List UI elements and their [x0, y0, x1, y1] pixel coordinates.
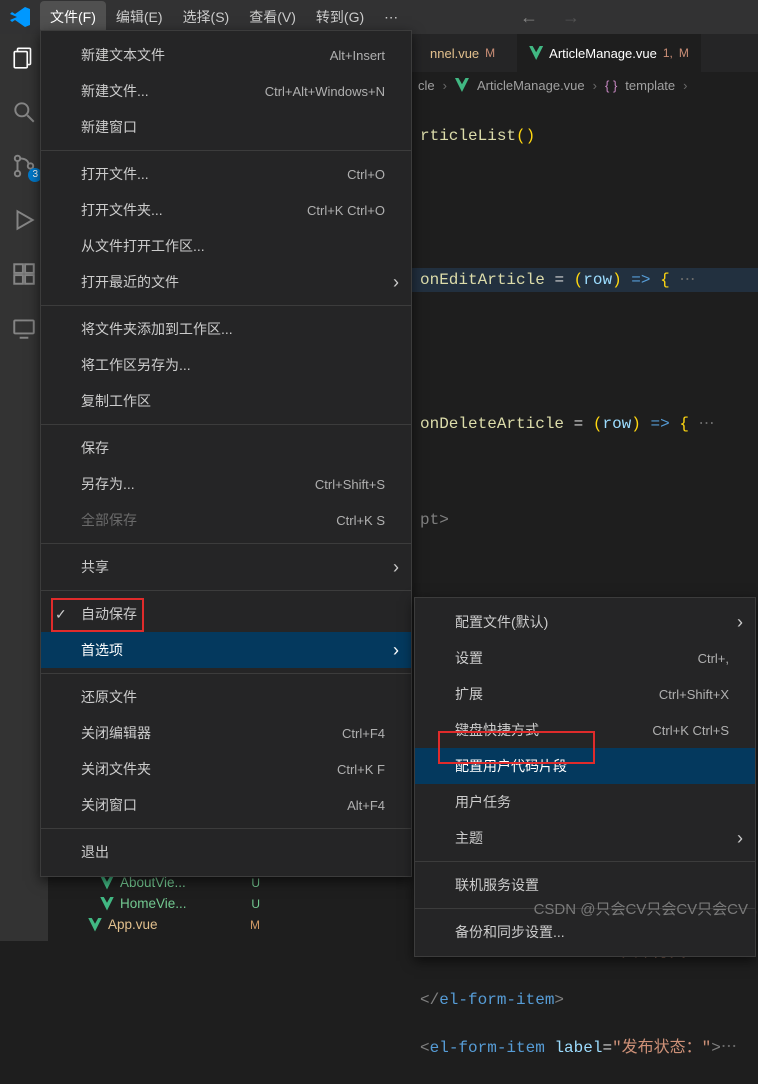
- vue-icon: [455, 78, 469, 92]
- menu-separator: [41, 828, 411, 829]
- menu-share[interactable]: 共享: [41, 549, 411, 585]
- menu-separator: [41, 543, 411, 544]
- tab-active[interactable]: ArticleManage.vue 1, M: [517, 34, 701, 72]
- tab-inactive[interactable]: nnel.vue M: [418, 34, 507, 72]
- nav-forward-icon[interactable]: →: [562, 7, 580, 28]
- git-status: M: [250, 918, 260, 932]
- menu-separator: [41, 673, 411, 674]
- tree-file[interactable]: HomeVie... U: [60, 893, 260, 914]
- menu-new-text-file[interactable]: 新建文本文件Alt+Insert: [41, 37, 411, 73]
- submenu-extensions[interactable]: 扩展Ctrl+Shift+X: [415, 676, 755, 712]
- menu-revert-file[interactable]: 还原文件: [41, 679, 411, 715]
- vscode-logo-icon: [10, 7, 30, 27]
- chevron-right-icon: ›: [593, 78, 597, 93]
- file-menu-dropdown: 新建文本文件Alt+Insert 新建文件...Ctrl+Alt+Windows…: [40, 30, 412, 877]
- menu-separator: [415, 861, 755, 862]
- submenu-profile[interactable]: 配置文件(默认): [415, 604, 755, 640]
- menu-save[interactable]: 保存: [41, 430, 411, 466]
- menu-overflow-icon[interactable]: ⋯: [374, 3, 408, 32]
- chevron-right-icon: ›: [443, 78, 447, 93]
- menu-close-folder[interactable]: 关闭文件夹Ctrl+K F: [41, 751, 411, 787]
- menu-separator: [41, 590, 411, 591]
- menu-exit[interactable]: 退出: [41, 834, 411, 870]
- submenu-theme[interactable]: 主题: [415, 820, 755, 856]
- menu-open-file[interactable]: 打开文件...Ctrl+O: [41, 156, 411, 192]
- chevron-right-icon: ›: [683, 78, 687, 93]
- menu-save-workspace-as[interactable]: 将工作区另存为...: [41, 347, 411, 383]
- run-debug-icon[interactable]: [10, 206, 38, 234]
- submenu-keyboard-shortcuts[interactable]: 键盘快捷方式Ctrl+K Ctrl+S: [415, 712, 755, 748]
- nav-history: ← →: [520, 0, 580, 34]
- tree-label: AboutVie...: [120, 875, 186, 890]
- menu-duplicate-workspace[interactable]: 复制工作区: [41, 383, 411, 419]
- tree-label: HomeVie...: [120, 896, 187, 911]
- search-icon[interactable]: [10, 98, 38, 126]
- remote-icon[interactable]: [10, 314, 38, 342]
- extensions-icon[interactable]: [10, 260, 38, 288]
- submenu-backup-sync[interactable]: 备份和同步设置...: [415, 914, 755, 950]
- source-control-icon[interactable]: 3: [10, 152, 38, 180]
- vue-icon: [100, 897, 114, 911]
- submenu-settings[interactable]: 设置Ctrl+,: [415, 640, 755, 676]
- menubar: 文件(F) 编辑(E) 选择(S) 查看(V) 转到(G) ⋯ ← →: [0, 0, 758, 34]
- tab-modified-mark: M: [679, 46, 689, 60]
- submenu-user-snippets[interactable]: 配置用户代码片段: [415, 748, 755, 784]
- menu-new-file[interactable]: 新建文件...Ctrl+Alt+Windows+N: [41, 73, 411, 109]
- breadcrumb-section[interactable]: template: [625, 78, 675, 93]
- git-status: U: [251, 876, 260, 890]
- menu-new-window[interactable]: 新建窗口: [41, 109, 411, 145]
- vue-icon: [529, 46, 543, 60]
- breadcrumb-file[interactable]: ArticleManage.vue: [477, 78, 585, 93]
- menu-separator: [41, 305, 411, 306]
- menu-open-folder[interactable]: 打开文件夹...Ctrl+K Ctrl+O: [41, 192, 411, 228]
- menu-close-editor[interactable]: 关闭编辑器Ctrl+F4: [41, 715, 411, 751]
- braces-icon: { }: [605, 78, 617, 93]
- breadcrumb[interactable]: cle › ArticleManage.vue › { } template ›: [418, 72, 758, 98]
- menu-preferences[interactable]: 首选项: [41, 632, 411, 668]
- menu-close-window[interactable]: 关闭窗口Alt+F4: [41, 787, 411, 823]
- nav-back-icon[interactable]: ←: [520, 7, 538, 28]
- tab-label: ArticleManage.vue: [549, 46, 657, 61]
- git-status: U: [251, 897, 260, 911]
- explorer-icon[interactable]: [10, 44, 38, 72]
- menu-separator: [41, 150, 411, 151]
- tree-file[interactable]: App.vue M: [60, 914, 260, 935]
- menu-save-as[interactable]: 另存为...Ctrl+Shift+S: [41, 466, 411, 502]
- breadcrumb-folder[interactable]: cle: [418, 78, 435, 93]
- menu-selection[interactable]: 选择(S): [173, 1, 240, 33]
- submenu-user-tasks[interactable]: 用户任务: [415, 784, 755, 820]
- menu-autosave[interactable]: 自动保存: [41, 596, 411, 632]
- menu-separator: [41, 424, 411, 425]
- menu-edit[interactable]: 编辑(E): [106, 1, 173, 33]
- menu-file[interactable]: 文件(F): [40, 1, 106, 33]
- menu-open-workspace[interactable]: 从文件打开工作区...: [41, 228, 411, 264]
- watermark: CSDN @只会CV只会CV只会CV: [534, 898, 748, 919]
- vue-icon: [88, 918, 102, 932]
- menu-view[interactable]: 查看(V): [239, 1, 306, 33]
- menu-open-recent[interactable]: 打开最近的文件: [41, 264, 411, 300]
- tab-label: nnel.vue: [430, 46, 479, 61]
- tab-modified-mark: M: [485, 46, 495, 60]
- tree-label: App.vue: [108, 917, 158, 932]
- vue-icon: [100, 876, 114, 890]
- menu-add-folder[interactable]: 将文件夹添加到工作区...: [41, 311, 411, 347]
- tab-problems: 1,: [663, 46, 673, 60]
- menu-save-all: 全部保存Ctrl+K S: [41, 502, 411, 538]
- menu-go[interactable]: 转到(G): [306, 1, 374, 33]
